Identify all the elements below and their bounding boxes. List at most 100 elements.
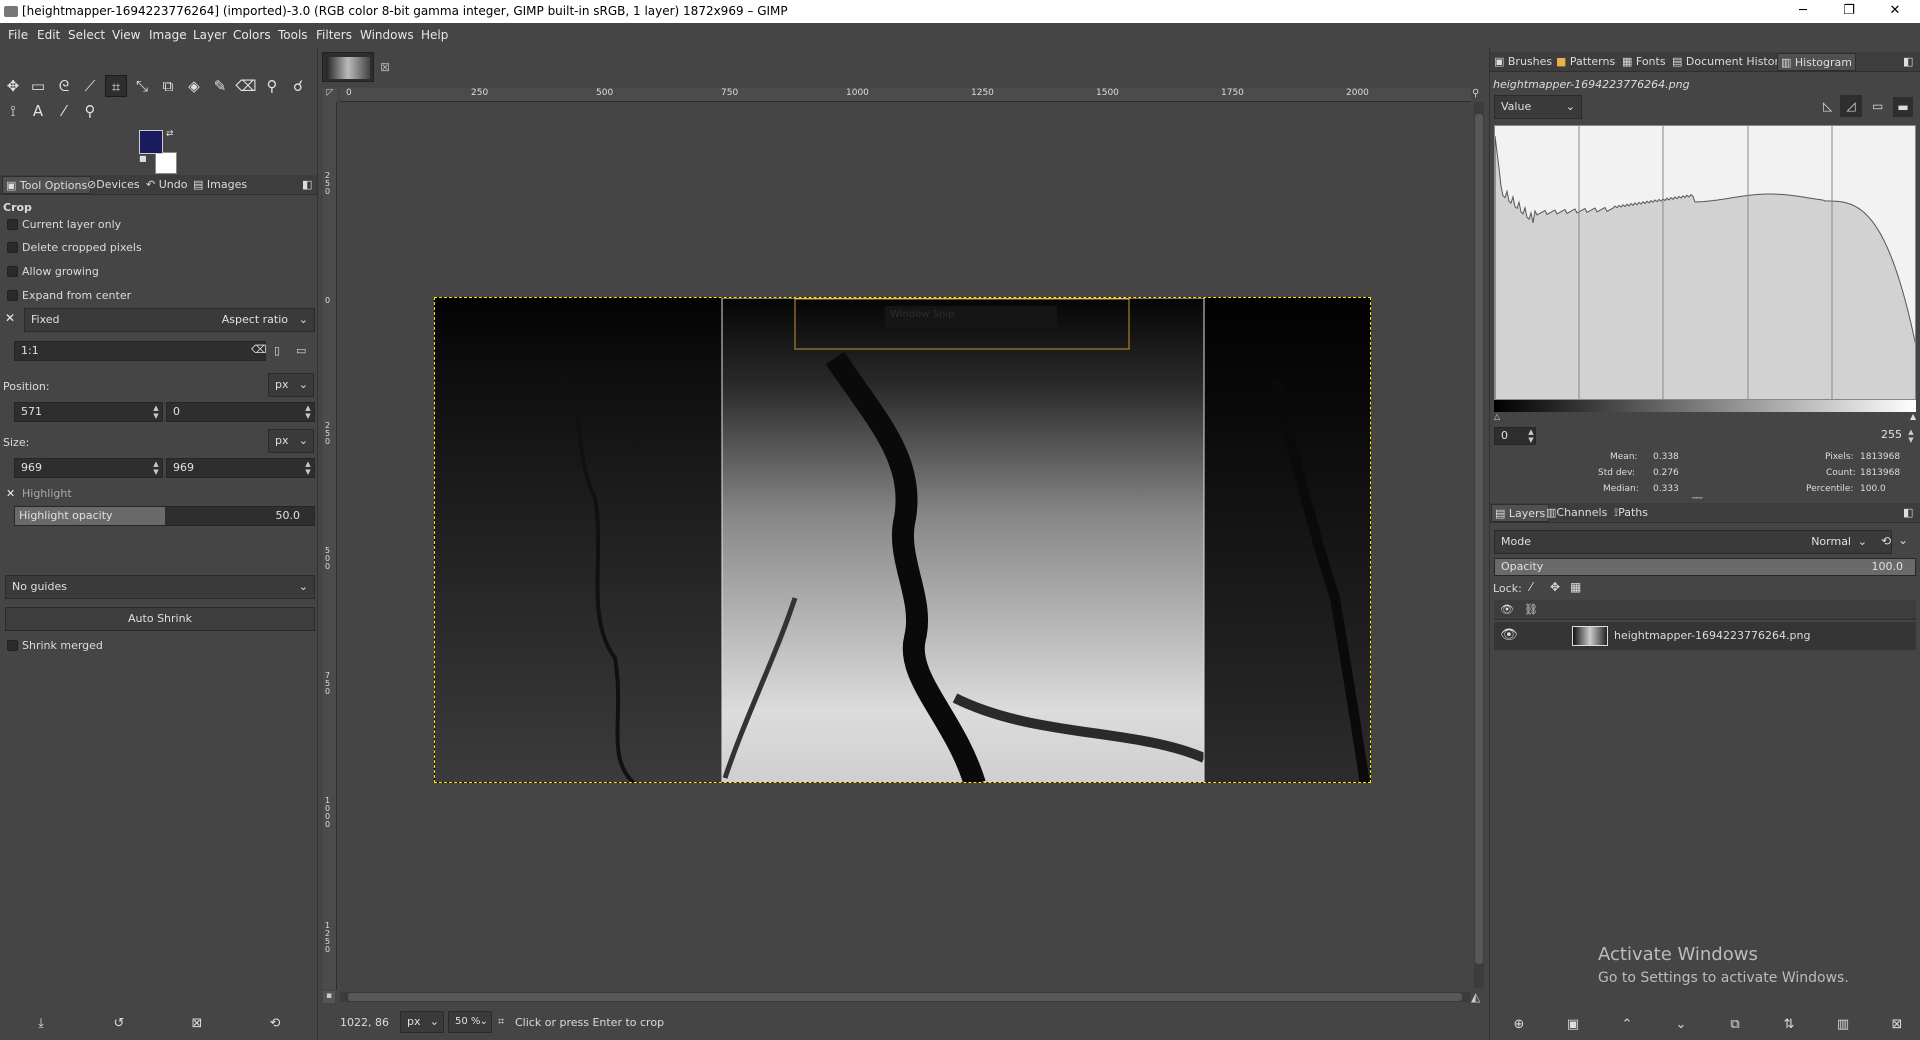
anchor-layer-icon[interactable]: ⇅ [1780, 1017, 1798, 1032]
vertical-scrollbar[interactable] [1474, 102, 1484, 988]
position-y-spinner[interactable]: ▲ ▼ [303, 404, 313, 420]
duplicate-layer-icon[interactable]: ⧉ [1726, 1017, 1744, 1032]
crop-tool-icon[interactable]: ⌗ [105, 75, 127, 97]
size-height-input[interactable]: 969 [166, 458, 315, 478]
range-end-marker[interactable]: ▲ [1910, 412, 1916, 421]
lasso-icon[interactable]: ᘓ [53, 75, 75, 97]
layer-mode-switch-icon[interactable]: ⟲ [1881, 534, 1891, 548]
rect-select-icon[interactable]: ▭ [27, 75, 49, 97]
navigate-icon[interactable]: ◭ [1471, 990, 1480, 1004]
new-layer-group-icon[interactable]: ▣ [1564, 1017, 1582, 1032]
position-y-input[interactable]: 0 [166, 402, 315, 422]
layer-mode-combo[interactable]: Mode Normal ⌄ [1494, 530, 1892, 554]
dock-menu-icon[interactable]: ◧ [1900, 53, 1916, 71]
move-tool-icon[interactable]: ✥ [2, 75, 24, 97]
range-max-spinner[interactable]: ▲ ▼ [1906, 428, 1916, 444]
range-min-spinner[interactable]: ▲ ▼ [1526, 428, 1536, 444]
menu-view[interactable]: View [112, 28, 140, 42]
unit-combo[interactable]: px ⌄ [400, 1011, 444, 1033]
menu-edit[interactable]: Edit [37, 28, 60, 42]
clear-field-icon[interactable]: ⌫ [251, 343, 267, 356]
fixed-checkbox[interactable]: ✕ [5, 311, 15, 325]
size-unit-combo[interactable]: px ⌄ [268, 429, 314, 453]
zoom-tool-icon[interactable]: ⚲ [79, 100, 101, 122]
menu-filters[interactable]: Filters [316, 28, 352, 42]
layer-row[interactable]: 👁 heightmapper-1694223776264.png [1494, 622, 1916, 650]
tab-brushes[interactable]: ▣ Brushes [1491, 53, 1555, 71]
position-unit-combo[interactable]: px ⌄ [268, 373, 314, 397]
menu-image[interactable]: Image [149, 28, 187, 42]
tab-document-history[interactable]: ▤ Document History [1669, 53, 1789, 71]
size-height-spinner[interactable]: ▲ ▼ [303, 460, 313, 476]
image-tab-thumbnail[interactable] [322, 52, 374, 82]
toggle-quickmask-icon[interactable]: ▪ [323, 991, 335, 1003]
warp-icon[interactable]: ⧉ [157, 75, 179, 97]
position-x-input[interactable]: 571 [14, 402, 163, 422]
merge-layer-icon[interactable]: ▥ [1834, 1017, 1852, 1032]
foreground-color-swatch[interactable] [139, 130, 163, 154]
chevron-down-icon[interactable]: ⌄ [1898, 533, 1908, 547]
new-layer-icon[interactable]: ⊕ [1510, 1017, 1528, 1032]
delete-cropped-checkbox[interactable] [7, 242, 18, 253]
tab-devices[interactable]: ⊘Devices [84, 176, 143, 194]
portrait-icon[interactable]: ▯ [274, 344, 280, 357]
delete-layer-icon[interactable]: ⊠ [1888, 1017, 1906, 1032]
expand-center-checkbox[interactable] [7, 290, 18, 301]
lower-layer-icon[interactable]: ⌄ [1672, 1017, 1690, 1032]
fuzzy-select-icon[interactable]: ⟋ [79, 75, 101, 97]
paintbrush-icon[interactable]: ✎ [209, 75, 231, 97]
highlight-checkbox[interactable]: ✕ [6, 487, 15, 500]
background-color-swatch[interactable] [155, 152, 177, 174]
maximize-button[interactable]: ❐ [1826, 0, 1872, 23]
transform-icon[interactable]: ⤡ [131, 75, 153, 97]
log-histogram-icon[interactable]: ◿ [1840, 95, 1862, 117]
menu-colors[interactable]: Colors [233, 28, 271, 42]
bucket-fill-icon[interactable]: ◈ [183, 75, 205, 97]
delete-options-icon[interactable]: ⊠ [188, 1016, 206, 1031]
zoom-combo[interactable]: 50 % ⌄ [448, 1011, 492, 1033]
highlight-opacity-slider[interactable]: Highlight opacity 50.0 [14, 506, 315, 526]
tab-tool-options[interactable]: ▣ Tool Options [2, 176, 92, 194]
lock-pixels-icon[interactable]: ⁄ [1530, 580, 1532, 594]
menu-file[interactable]: File [8, 28, 28, 42]
menu-select[interactable]: Select [68, 28, 105, 42]
aspect-ratio-combo[interactable]: Fixed Aspect ratio ⌄ [24, 308, 315, 332]
tab-channels[interactable]: ▥Channels [1543, 504, 1610, 522]
image-canvas[interactable]: Window Snip [434, 297, 1371, 783]
swap-colors-icon[interactable]: ⇄ [166, 129, 174, 139]
tab-images[interactable]: ▤ Images [190, 176, 250, 194]
tab-fonts[interactable]: ▦ Fonts [1619, 53, 1669, 71]
tab-paths[interactable]: ⟟Paths [1611, 504, 1651, 522]
restore-options-icon[interactable]: ↺ [110, 1016, 128, 1031]
tab-histogram[interactable]: ▥ Histogram [1777, 53, 1856, 71]
histogram-graph[interactable] [1494, 125, 1916, 400]
lock-alpha-icon[interactable]: ▦ [1570, 580, 1581, 594]
layer-opacity-slider[interactable]: Opacity 100.0 [1494, 558, 1916, 576]
ratio-input[interactable]: 1:1 [14, 341, 266, 361]
range-start-marker[interactable]: △ [1494, 412, 1500, 421]
menu-layer[interactable]: Layer [193, 28, 226, 42]
paths-tool-icon[interactable]: ⟟ [2, 100, 24, 122]
text-tool-icon[interactable]: A [27, 100, 49, 122]
position-x-spinner[interactable]: ▲ ▼ [151, 404, 161, 420]
zoom-navigate-icon[interactable]: ⚲ [1472, 88, 1486, 102]
menu-windows[interactable]: Windows [360, 28, 414, 42]
lock-position-icon[interactable]: ✥ [1550, 580, 1560, 594]
allow-growing-checkbox[interactable] [7, 266, 18, 277]
raise-layer-icon[interactable]: ⌃ [1618, 1017, 1636, 1032]
size-width-spinner[interactable]: ▲ ▼ [151, 460, 161, 476]
show-graph-icon[interactable]: ▬ [1893, 97, 1913, 117]
horizontal-scrollbar[interactable] [340, 992, 1470, 1002]
smudge-icon[interactable]: ☌ [287, 75, 309, 97]
tab-layers[interactable]: ▤ Layers [1491, 504, 1550, 522]
dock-menu-icon[interactable]: ◧ [299, 176, 315, 194]
guides-combo[interactable]: No guides ⌄ [5, 575, 315, 599]
menu-help[interactable]: Help [421, 28, 448, 42]
tab-undo[interactable]: ↶ Undo [143, 176, 190, 194]
save-options-icon[interactable]: ⤓ [32, 1016, 50, 1031]
auto-shrink-button[interactable]: Auto Shrink [5, 607, 315, 631]
default-colors-icon[interactable]: ■ [139, 154, 147, 163]
current-layer-only-checkbox[interactable] [7, 219, 18, 230]
linear-histogram-icon[interactable]: ◺ [1823, 99, 1832, 113]
size-width-input[interactable]: 969 [14, 458, 163, 478]
